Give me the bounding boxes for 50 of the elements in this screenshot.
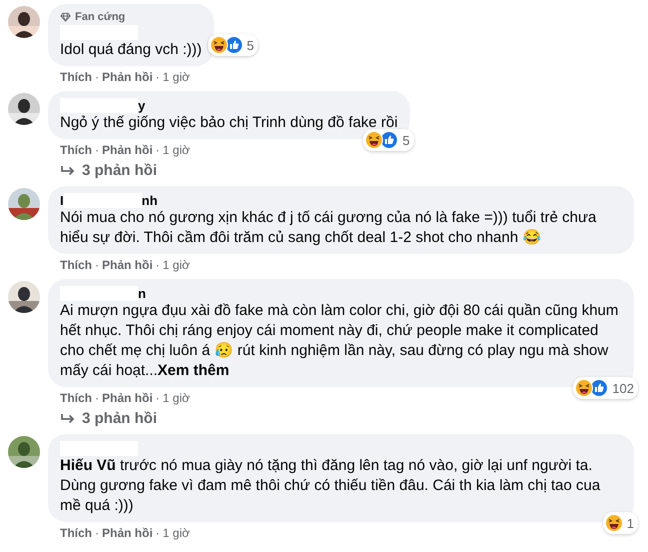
separator-dot: · bbox=[95, 70, 99, 84]
laughing-face-icon bbox=[210, 36, 228, 54]
author-name[interactable]: n bbox=[138, 286, 146, 301]
reply-arrow-icon bbox=[60, 165, 76, 177]
action-link[interactable]: Phản hồi bbox=[102, 143, 153, 157]
reaction-badge[interactable]: 1 bbox=[602, 512, 638, 534]
comment-text: Hiếu Vũ trước nó mua giày nó tặng thì đăng lên tag nó vào, giờ lại unf người ta. Dùng gương fake vì đam mê thôi chứ có thiếu tiền đâu. Cái th kia làm chị tao cua mề quá :))) bbox=[60, 456, 602, 516]
separator-dot: · bbox=[95, 526, 99, 540]
thumbs-up-icon bbox=[224, 36, 243, 54]
laughing-face-icon bbox=[365, 131, 384, 149]
action-link[interactable]: Thích bbox=[60, 258, 92, 272]
see-more-link[interactable]: Xem thêm bbox=[158, 362, 230, 379]
separator-dot: · bbox=[156, 143, 160, 157]
separator-dot: · bbox=[156, 70, 160, 84]
action-link[interactable]: Thích bbox=[60, 70, 92, 84]
action-link[interactable]: Phản hồi bbox=[102, 391, 153, 405]
reaction-badge[interactable]: 5 bbox=[208, 34, 258, 56]
reply-arrow-icon bbox=[60, 413, 76, 425]
comment-time[interactable]: 1 giờ bbox=[162, 143, 190, 157]
laughing-face-icon bbox=[604, 514, 623, 532]
separator-dot: · bbox=[156, 258, 160, 272]
action-link[interactable]: Thích bbox=[60, 526, 92, 540]
comment-time[interactable]: 1 giờ bbox=[162, 258, 190, 272]
comment-time[interactable]: 1 giờ bbox=[162, 526, 190, 540]
action-link[interactable]: Phản hồi bbox=[102, 526, 153, 540]
action-link[interactable]: Phản hồi bbox=[102, 70, 153, 84]
comment-text: Idol quá đáng vch :))) bbox=[60, 40, 202, 60]
author-name[interactable]: I bbox=[60, 193, 64, 208]
author-name[interactable]: y bbox=[138, 98, 146, 113]
separator-dot: · bbox=[95, 258, 99, 272]
action-link[interactable]: Phản hồi bbox=[102, 258, 153, 272]
separator-dot: · bbox=[156, 391, 160, 405]
view-replies-link[interactable]: 3 phản hồi bbox=[82, 410, 157, 428]
badge-label: Fan cứng bbox=[75, 11, 126, 23]
separator-dot: · bbox=[95, 391, 99, 405]
separator-dot: · bbox=[95, 143, 99, 157]
diamond-icon bbox=[60, 12, 71, 22]
reaction-badge[interactable]: 102 bbox=[573, 377, 638, 399]
view-replies-link[interactable]: 3 phản hồi bbox=[82, 162, 157, 180]
thumbs-up-icon bbox=[380, 131, 398, 149]
author-name[interactable]: nh bbox=[142, 193, 158, 208]
reaction-badge[interactable]: 5 bbox=[363, 129, 414, 151]
comment-time[interactable]: 1 giờ bbox=[162, 391, 190, 405]
laughing-face-icon bbox=[575, 379, 594, 397]
comment-time[interactable]: 1 giờ bbox=[162, 70, 190, 84]
comment-text: Nói mua cho nó gương xịn khác đ j tố cái gương của nó là fake =))) tuổi trẻ chưa hiểu sự đời. Thôi cầm đôi trăm củ sang chốt deal 1-2 shot cho nhanh 😂 bbox=[60, 208, 598, 248]
thumbs-up-icon bbox=[590, 379, 608, 397]
separator-dot: · bbox=[156, 526, 160, 540]
action-link[interactable]: Thích bbox=[60, 391, 92, 405]
action-link[interactable]: Thích bbox=[60, 143, 92, 157]
